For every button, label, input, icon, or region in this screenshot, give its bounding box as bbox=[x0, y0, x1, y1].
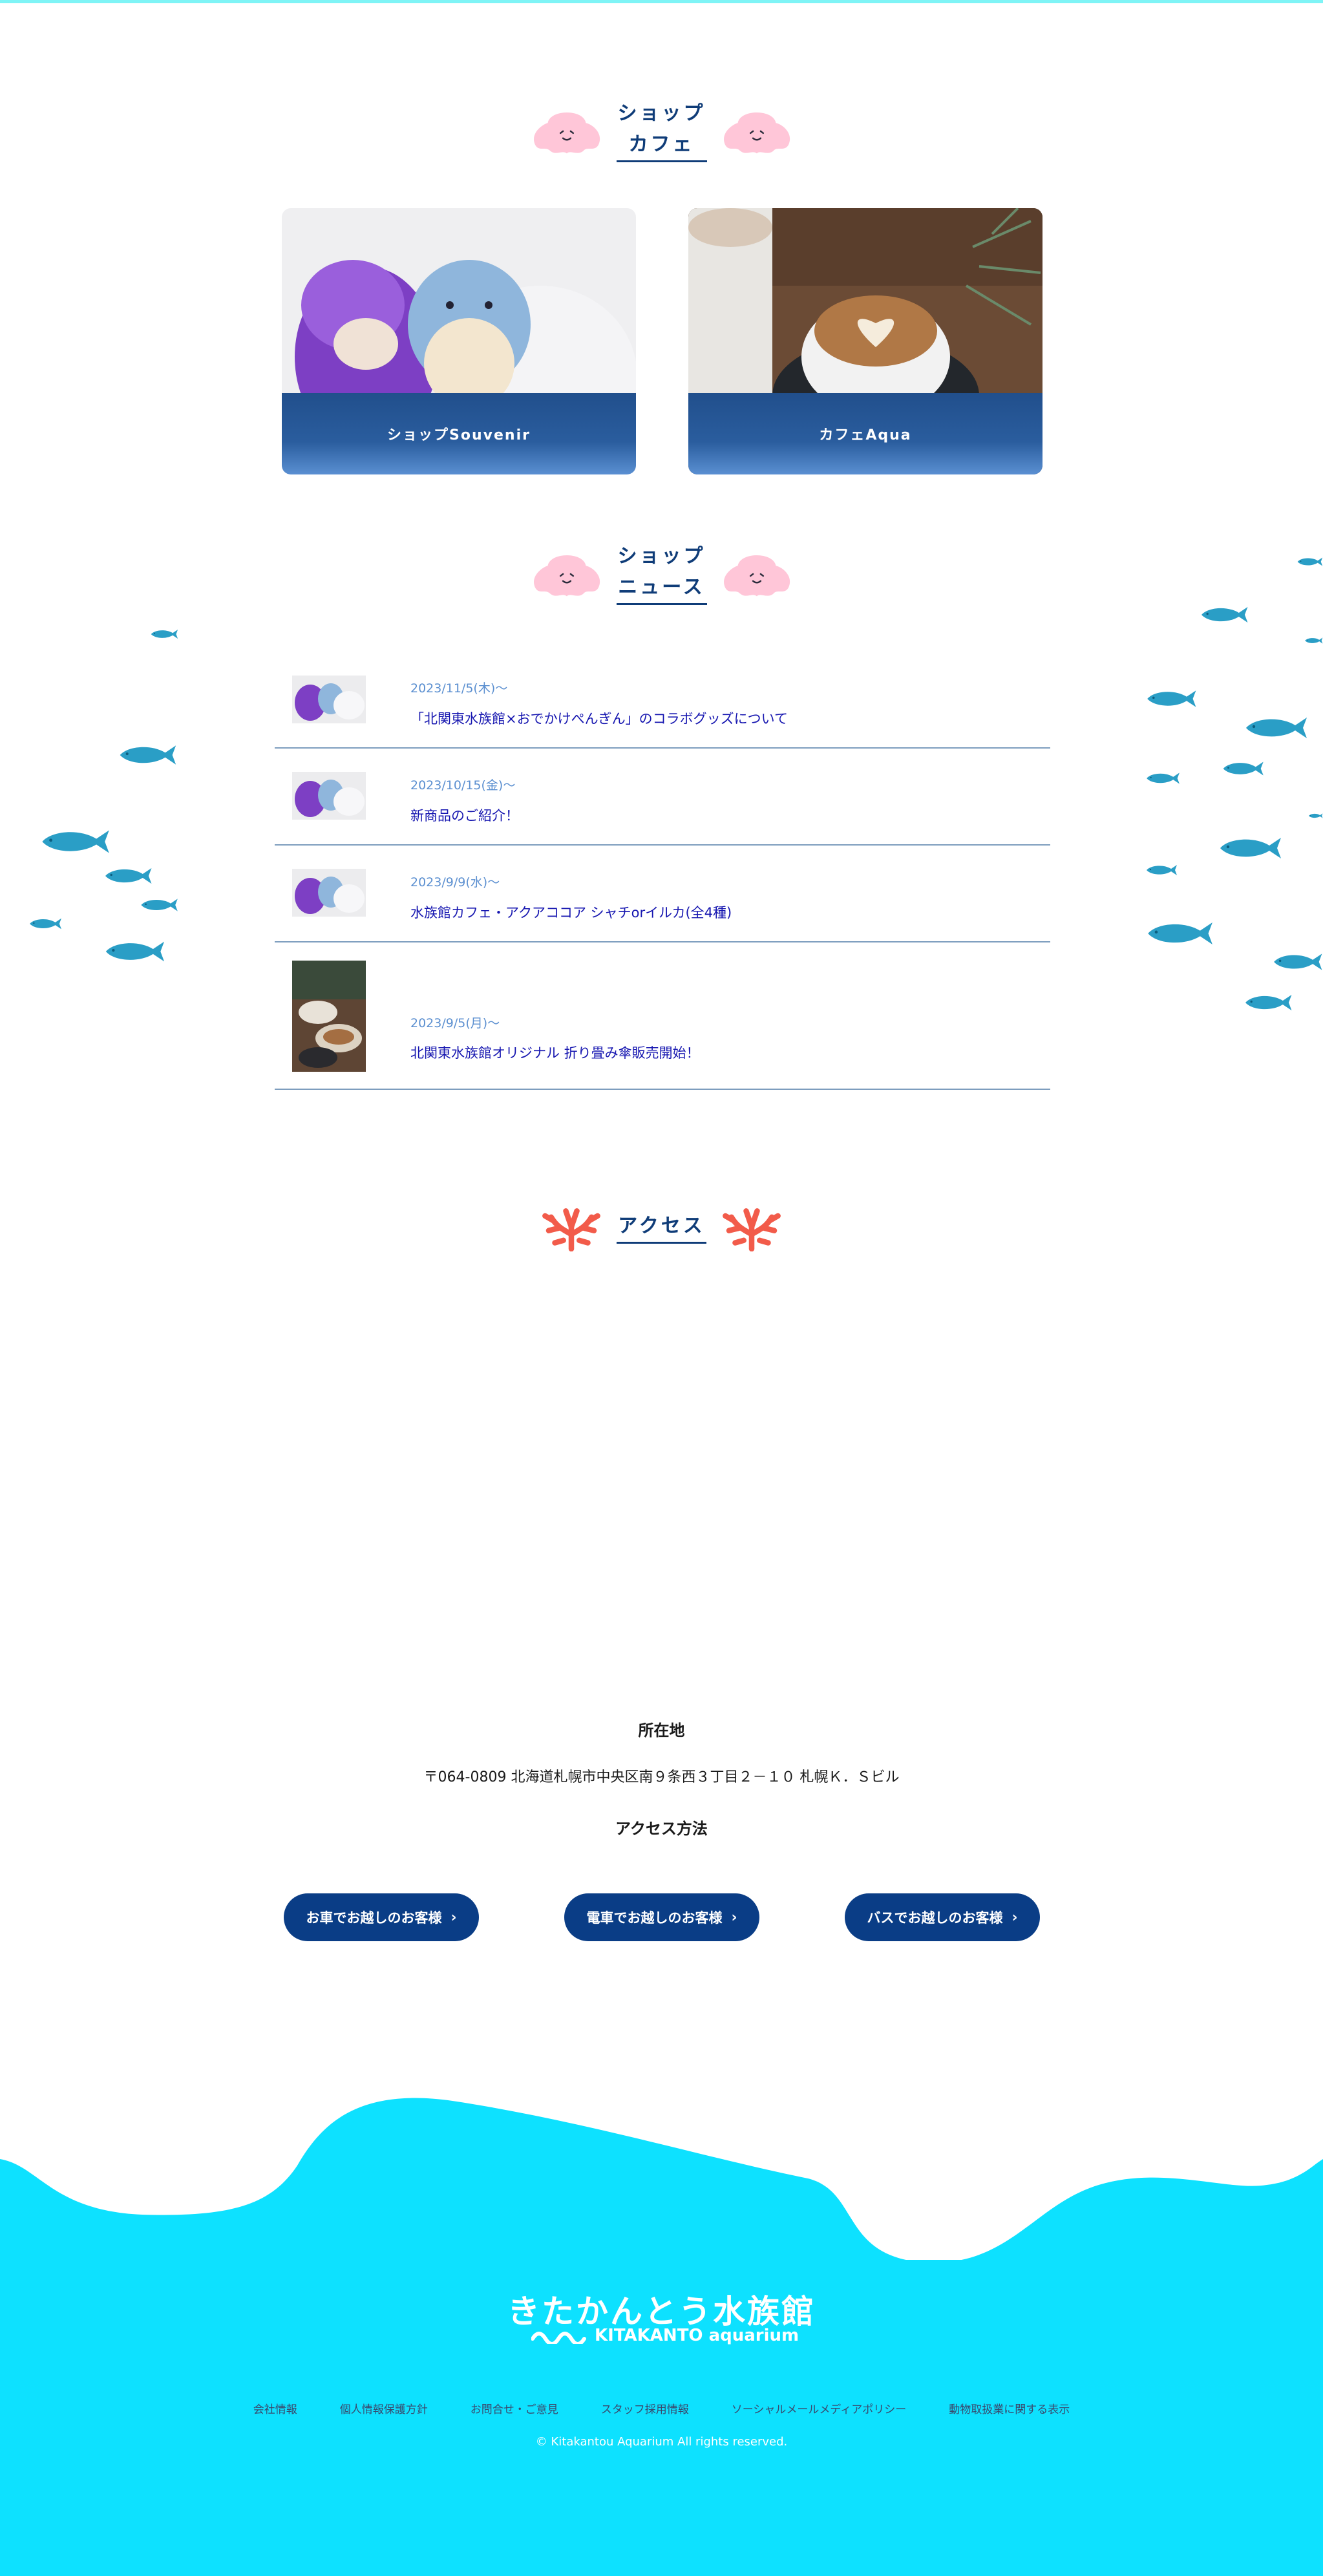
chevron-right-icon: › bbox=[731, 1909, 737, 1926]
fish-icon bbox=[1304, 626, 1323, 655]
title-line: ニュース bbox=[618, 576, 705, 599]
blob-icon bbox=[719, 548, 795, 599]
fish-icon bbox=[1145, 919, 1214, 948]
news-title-link[interactable]: 新商品のご紹介！ bbox=[410, 805, 519, 825]
fish-icon bbox=[1145, 767, 1180, 790]
fish-icon bbox=[140, 893, 178, 917]
news-item[interactable]: 2023/9/5(月)〜 北関東水族館オリジナル 折り畳み傘販売開始！ bbox=[275, 942, 1050, 1090]
button-label: バスでお越しのお客様 bbox=[867, 1910, 1003, 1926]
button-label: お車でお越しのお客様 bbox=[306, 1910, 442, 1926]
section-title: ショップ ニュース bbox=[616, 541, 707, 605]
section-heading-shop-cafe: ショップ カフェ bbox=[0, 98, 1323, 162]
fish-icon bbox=[1272, 942, 1323, 981]
footer-links: 会社情報 個人情報保護方針 お問合せ・ご意見 スタッフ採用情報 ソーシャルメール… bbox=[0, 2400, 1323, 2416]
section-title: ショップ カフェ bbox=[616, 98, 707, 162]
news-item[interactable]: 2023/9/9(水)〜 水族館カフェ・アクアココア シャチorイルカ(全4種) bbox=[275, 846, 1050, 942]
chevron-right-icon: › bbox=[450, 1909, 457, 1926]
fish-icon bbox=[1297, 551, 1323, 573]
card-label-band: ショップSouvenir bbox=[282, 393, 636, 474]
news-list: 2023/11/5(木)〜 「北関東水族館×おでかけぺんぎん」のコラボグッズにつ… bbox=[275, 653, 1050, 1090]
by-car-button[interactable]: お車でお越しのお客様 › bbox=[284, 1893, 479, 1941]
fish-icon bbox=[1244, 989, 1293, 1016]
card-label-band: カフェAqua bbox=[688, 393, 1043, 474]
copyright-text: © Kitakantou Aquarium All rights reserve… bbox=[535, 2435, 788, 2449]
footer-wave-decoration bbox=[0, 2098, 1323, 2262]
card-label: カフェAqua bbox=[819, 427, 912, 443]
chevron-right-icon: › bbox=[1011, 1909, 1018, 1926]
footer-link-privacy[interactable]: 個人情報保護方針 bbox=[340, 2400, 428, 2416]
fish-icon bbox=[1216, 835, 1284, 861]
blob-icon bbox=[529, 105, 605, 156]
location-heading: 所在地 bbox=[638, 1721, 685, 1740]
news-title-link[interactable]: 北関東水族館オリジナル 折り畳み傘販売開始！ bbox=[410, 1043, 700, 1062]
footer-link-contact[interactable]: お問合せ・ご意見 bbox=[471, 2400, 558, 2416]
news-item[interactable]: 2023/11/5(木)〜 「北関東水族館×おでかけぺんぎん」のコラボグッズにつ… bbox=[275, 653, 1050, 749]
news-date: 2023/9/9(水)〜 bbox=[410, 875, 500, 889]
section-heading-access: アクセス bbox=[0, 1201, 1323, 1253]
fish-icon bbox=[28, 914, 62, 933]
address-text: 〒064-0809 北海道札幌市中央区南９条西３丁目２－１０ 札幌Ｋ．Ｓビル bbox=[423, 1769, 900, 1785]
title-line: アクセス bbox=[618, 1214, 705, 1237]
shop-souvenir-card[interactable]: ショップSouvenir bbox=[282, 208, 636, 474]
news-thumbnail bbox=[292, 869, 366, 917]
fish-icon bbox=[34, 827, 116, 856]
footer-logo-en: KITAKANTO aquarium bbox=[531, 2326, 799, 2345]
fish-icon bbox=[1244, 715, 1308, 741]
title-line: ショップ bbox=[617, 102, 706, 125]
top-accent-line bbox=[0, 0, 1323, 3]
fish-icon bbox=[103, 865, 153, 887]
card-label: ショップSouvenir bbox=[387, 427, 531, 443]
section-title: アクセス bbox=[617, 1211, 706, 1244]
news-thumbnail bbox=[292, 676, 366, 723]
footer-link-recruit[interactable]: スタッフ採用情報 bbox=[601, 2400, 689, 2416]
title-line: ショップ bbox=[617, 545, 706, 568]
fish-icon bbox=[1222, 758, 1264, 780]
news-date: 2023/9/5(月)〜 bbox=[410, 1016, 500, 1030]
fish-icon bbox=[1200, 604, 1249, 626]
news-item[interactable]: 2023/10/15(金)〜 新商品のご紹介！ bbox=[275, 749, 1050, 846]
title-line: カフェ bbox=[628, 133, 695, 156]
blob-icon bbox=[719, 105, 795, 156]
section-heading-shop-news: ショップ ニュース bbox=[0, 541, 1323, 605]
footer-link-social-policy[interactable]: ソーシャルメールメディアポリシー bbox=[732, 2400, 906, 2416]
access-method-heading: アクセス方法 bbox=[615, 1820, 708, 1838]
fish-icon bbox=[1308, 805, 1323, 826]
by-bus-button[interactable]: バスでお越しのお客様 › bbox=[845, 1893, 1040, 1941]
fish-icon bbox=[1145, 685, 1197, 712]
logo-en-text: KITAKANTO aquarium bbox=[595, 2326, 799, 2345]
news-title-link[interactable]: 水族館カフェ・アクアココア シャチorイルカ(全4種) bbox=[410, 902, 732, 922]
footer-link-animal-handling[interactable]: 動物取扱業に関する表示 bbox=[949, 2400, 1070, 2416]
fish-icon bbox=[150, 622, 178, 646]
footer-link-company[interactable]: 会社情報 bbox=[253, 2400, 297, 2416]
coral-icon bbox=[718, 1201, 785, 1253]
cafe-aqua-card[interactable]: カフェAqua bbox=[688, 208, 1043, 474]
fish-icon bbox=[103, 939, 165, 964]
news-date: 2023/10/15(金)〜 bbox=[410, 778, 516, 793]
blob-icon bbox=[529, 548, 605, 599]
button-label: 電車でお越しのお客様 bbox=[586, 1910, 723, 1926]
news-thumbnail bbox=[292, 961, 366, 1072]
fish-icon bbox=[118, 742, 177, 768]
news-thumbnail bbox=[292, 772, 366, 820]
wave-logo-icon bbox=[531, 2332, 586, 2344]
by-train-button[interactable]: 電車でお越しのお客様 › bbox=[564, 1893, 759, 1941]
news-date: 2023/11/5(木)〜 bbox=[410, 681, 508, 696]
coral-icon bbox=[538, 1201, 605, 1253]
news-title-link[interactable]: 「北関東水族館×おでかけぺんぎん」のコラボグッズについて bbox=[410, 708, 788, 728]
fish-icon bbox=[1145, 856, 1178, 884]
